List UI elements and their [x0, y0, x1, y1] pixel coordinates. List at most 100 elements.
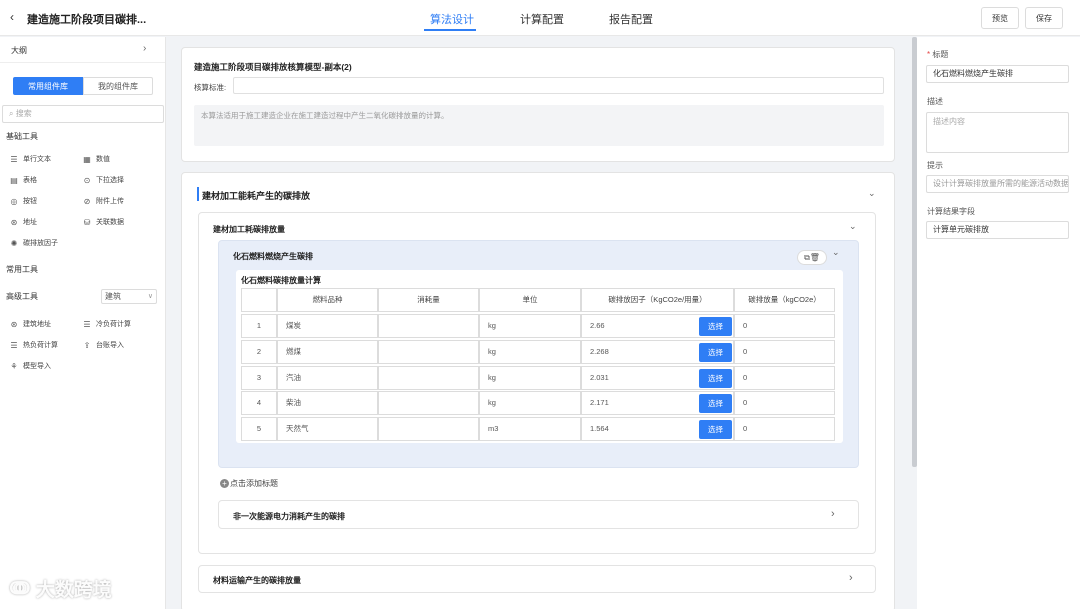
tool-table[interactable]: ▤ 表格 — [9, 175, 37, 185]
hint-input[interactable]: 设计计算碳排放量所需的能源活动数据 — [926, 175, 1069, 193]
standard-label: 核算标准: — [194, 83, 227, 92]
location-pin-icon: ⊛ — [10, 217, 18, 227]
search-input[interactable]: ⌕ 搜索 — [2, 105, 164, 123]
select-factor-button[interactable]: 选择 — [699, 369, 732, 388]
unit-cell[interactable]: m3 — [479, 417, 581, 441]
table-header: 碳排放量（kgCO2e） — [734, 288, 835, 312]
hint-label: 提示 — [927, 161, 943, 170]
tab-my-components[interactable]: 我的组件库 — [83, 77, 153, 95]
table-title: 化石燃料碳排放量计算 — [241, 276, 321, 285]
tool-cooling-load[interactable]: ☰ 冷负荷计算 — [82, 319, 131, 329]
title-input[interactable]: 化石燃料燃烧产生碳排 — [926, 65, 1069, 83]
fuel-type-cell[interactable]: 柴油 — [277, 391, 378, 415]
preview-button[interactable]: 预览 — [981, 7, 1019, 29]
tab-calc-config[interactable]: 计算配置 — [520, 11, 564, 27]
unit-cell[interactable]: kg — [479, 366, 581, 390]
standard-input[interactable] — [233, 77, 884, 94]
tool-address[interactable]: ⊛ 地址 — [9, 217, 37, 227]
advanced-category-select[interactable]: 建筑 ∨ — [101, 289, 157, 304]
select-factor-button[interactable]: 选择 — [699, 420, 732, 439]
collapsed-subsection[interactable]: 材料运输产生的碳排放量 › — [198, 565, 876, 593]
title-label: * 标题 — [927, 50, 949, 59]
dropdown-icon: ⊙ — [83, 175, 91, 185]
fuel-type-cell[interactable]: 燃煤 — [277, 340, 378, 364]
tool-attachment[interactable]: ⊘ 附件上传 — [82, 196, 124, 206]
add-title-link[interactable]: + 点击添加标题 — [220, 478, 278, 489]
tab-common-components[interactable]: 常用组件库 — [13, 77, 83, 95]
list-icon: ☰ — [83, 319, 91, 329]
emission-cell: 0 — [734, 366, 835, 390]
chevron-right-icon: › — [143, 43, 147, 54]
table-header-index — [241, 288, 277, 312]
tool-dropdown[interactable]: ⊙ 下拉选择 — [82, 175, 124, 185]
number-icon: ▦ — [83, 154, 91, 164]
table-header: 燃料品种 — [277, 288, 378, 312]
plus-circle-icon: + — [220, 479, 229, 488]
fuel-type-cell[interactable]: 天然气 — [277, 417, 378, 441]
tool-model-import[interactable]: ⚘ 模型导入 — [9, 361, 51, 371]
chevron-down-icon[interactable]: ⌄ — [849, 221, 857, 232]
unit-cell[interactable]: kg — [479, 391, 581, 415]
emission-cell: 0 — [734, 417, 835, 441]
active-tab-indicator — [424, 29, 476, 31]
select-factor-button[interactable]: 选择 — [699, 343, 732, 362]
collapsed-subsection[interactable]: 非一次能源电力消耗产生的碳排 › — [218, 500, 859, 529]
attachment-icon: ⊘ — [83, 196, 91, 206]
consumption-input[interactable] — [378, 417, 479, 441]
group-title: 化石燃料燃烧产生碳排 — [233, 252, 313, 261]
table-header: 单位 — [479, 288, 581, 312]
save-button[interactable]: 保存 — [1025, 7, 1063, 29]
tool-building-address[interactable]: ⊛ 建筑地址 — [9, 319, 51, 329]
description-area[interactable]: 本算法适用于施工建造企业在施工建造过程中产生二氧化碳排放量的计算。 — [194, 105, 884, 146]
consumption-input[interactable] — [378, 314, 479, 338]
tool-number[interactable]: ▦ 数值 — [82, 154, 110, 164]
model-header-card: 建造施工阶段项目碳排放核算模型-副本(2) 核算标准: 本算法适用于施工建造企业… — [181, 47, 895, 162]
delete-icon[interactable]: 🗑 — [810, 253, 820, 262]
tool-ledger-import[interactable]: ⇪ 台账导入 — [82, 340, 124, 350]
watermark: ↈ 大数跨境 — [10, 578, 112, 601]
collapsed-title: 非一次能源电力消耗产生的碳排 — [233, 512, 345, 521]
list-icon: ☰ — [10, 340, 18, 350]
unit-cell[interactable]: kg — [479, 340, 581, 364]
location-pin-icon: ⊛ — [10, 319, 18, 329]
select-factor-button[interactable]: 选择 — [699, 394, 732, 413]
row-index: 4 — [241, 391, 277, 415]
tool-single-text[interactable]: ☰ 单行文本 — [9, 154, 51, 164]
tool-linked-data[interactable]: ⛁ 关联数据 — [82, 217, 124, 227]
button-icon: ◎ — [10, 196, 18, 206]
chevron-down-icon[interactable]: ⌄ — [832, 247, 840, 258]
back-icon[interactable]: ‹ — [10, 10, 14, 24]
text-lines-icon: ☰ — [10, 154, 18, 164]
row-index: 2 — [241, 340, 277, 364]
tool-emission-factor[interactable]: ✺ 碳排放因子 — [9, 238, 58, 248]
factor-icon: ✺ — [10, 238, 18, 248]
tab-algorithm-design[interactable]: 算法设计 — [430, 11, 474, 27]
consumption-input[interactable] — [378, 340, 479, 364]
consumption-input[interactable] — [378, 391, 479, 415]
fuel-type-cell[interactable]: 煤炭 — [277, 314, 378, 338]
chevron-down-icon: ∨ — [147, 293, 153, 300]
consumption-input[interactable] — [378, 366, 479, 390]
group-actions: ⧉🗑 — [797, 250, 827, 265]
description-textarea[interactable]: 描述内容 — [926, 112, 1069, 153]
tool-heating-load[interactable]: ☰ 热负荷计算 — [9, 340, 58, 350]
tool-button[interactable]: ◎ 按钮 — [9, 196, 38, 206]
search-placeholder: 搜索 — [15, 109, 32, 118]
chevron-down-icon[interactable]: ⌄ — [868, 188, 876, 199]
result-field-input[interactable]: 计算单元碳排放 — [926, 221, 1069, 239]
outline-toggle[interactable]: 大纲 › — [0, 37, 165, 63]
tab-report-config[interactable]: 报告配置 — [609, 11, 653, 27]
fuel-type-cell[interactable]: 汽油 — [277, 366, 378, 390]
top-bar: ‹ 建造施工阶段项目碳排... 算法设计 计算配置 报告配置 预览 保存 — [0, 0, 1080, 36]
collapsed-title: 材料运输产生的碳排放量 — [213, 576, 301, 585]
database-icon: ⛁ — [83, 217, 91, 227]
properties-panel: * 标题 化石燃料燃烧产生碳排 描述 描述内容 提示 设计计算碳排放量所需的能源… — [917, 37, 1080, 609]
select-factor-button[interactable]: 选择 — [699, 317, 732, 336]
component-sidebar: 大纲 › 常用组件库 我的组件库 ⌕ 搜索 基础工具 ☰ 单行文本 ▦ 数值 ▤ 表格… — [0, 37, 166, 609]
chevron-right-icon: › — [849, 572, 853, 584]
result-field-label: 计算结果字段 — [927, 207, 975, 216]
description-label: 描述 — [927, 97, 943, 106]
basic-tools-title: 基础工具 — [6, 132, 38, 141]
unit-cell[interactable]: kg — [479, 314, 581, 338]
model-title: 建造施工阶段项目碳排放核算模型-副本(2) — [194, 62, 352, 72]
